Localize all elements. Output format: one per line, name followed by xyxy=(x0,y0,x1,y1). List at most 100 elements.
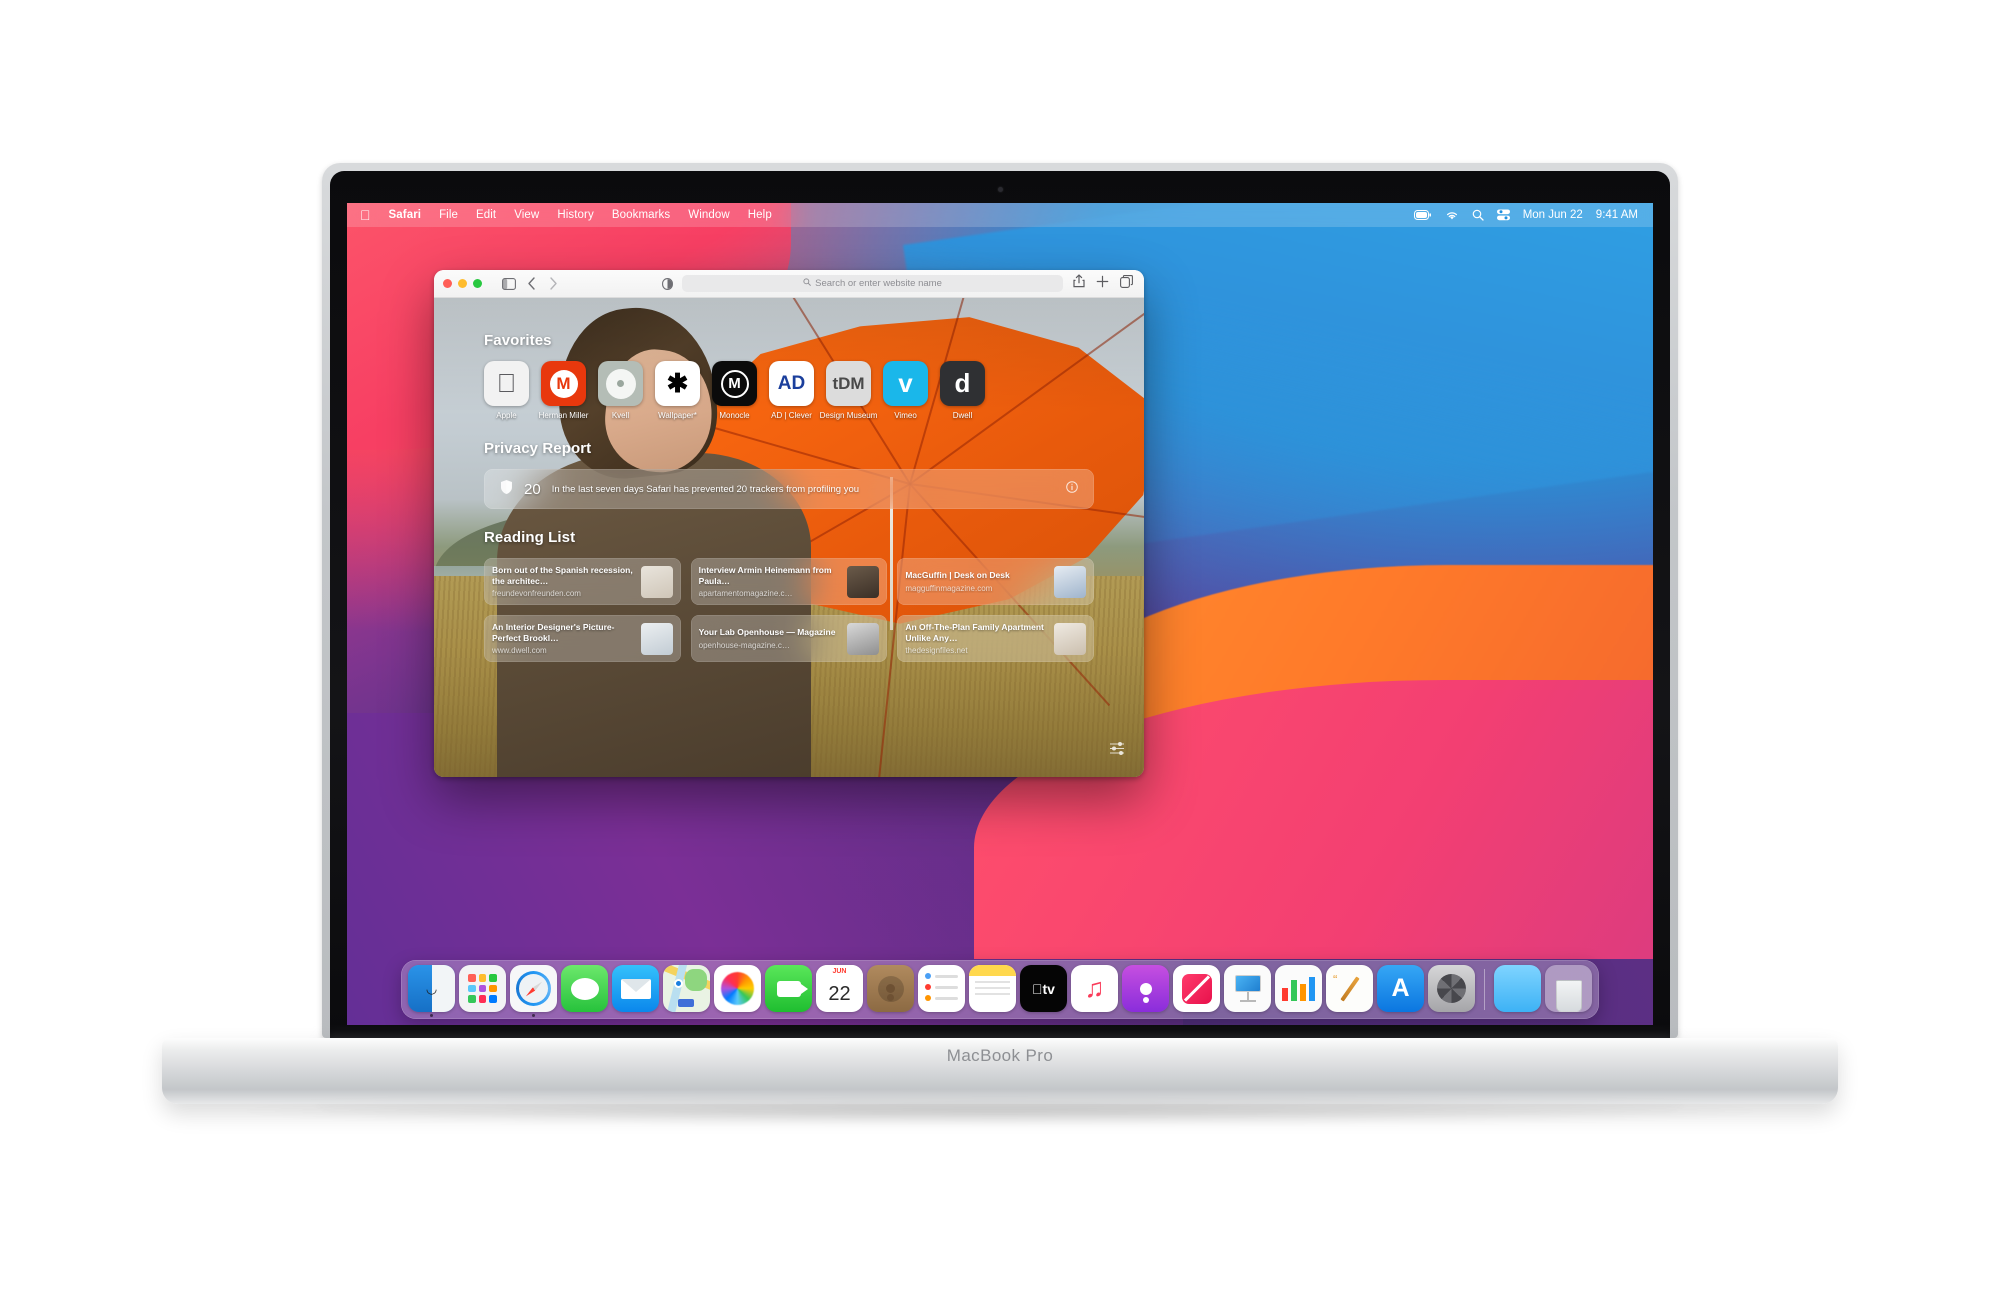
system-preferences-icon[interactable] xyxy=(1428,965,1475,1012)
zoom-button[interactable] xyxy=(473,279,482,288)
apple-menu-icon[interactable]:  xyxy=(356,208,380,222)
reminders-icon[interactable] xyxy=(918,965,965,1012)
favorite-icon[interactable]: M xyxy=(712,361,757,406)
favorite-item[interactable]: tDM Design Museum xyxy=(820,361,877,420)
reader-icon[interactable] xyxy=(656,277,678,290)
dock-item-reminders[interactable] xyxy=(918,965,965,1017)
menu-item-bookmarks[interactable]: Bookmarks xyxy=(603,209,679,221)
menu-item-view[interactable]: View xyxy=(505,209,548,221)
dock-item-launchpad[interactable] xyxy=(459,965,506,1017)
favorite-item[interactable]: ✱ Wallpaper* xyxy=(655,361,700,420)
forward-icon[interactable] xyxy=(542,277,564,290)
favorite-icon[interactable]:  xyxy=(484,361,529,406)
dock-item-news[interactable] xyxy=(1173,965,1220,1017)
share-icon[interactable] xyxy=(1073,274,1085,293)
sliders-icon[interactable] xyxy=(1109,741,1126,761)
menubar-date[interactable]: Mon Jun 22 xyxy=(1523,209,1583,221)
reading-list-item[interactable]: An Off-The-Plan Family Apartment Unlike … xyxy=(897,615,1094,662)
control-center-icon[interactable] xyxy=(1496,209,1510,221)
trash-icon[interactable] xyxy=(1545,965,1592,1012)
window-controls[interactable] xyxy=(443,279,482,288)
dock-item-downloads[interactable] xyxy=(1494,965,1541,1017)
dock-item-trash[interactable] xyxy=(1545,965,1592,1017)
calendar-icon[interactable]: JUN 22 xyxy=(816,965,863,1012)
dock-item-photos[interactable] xyxy=(714,965,761,1017)
close-button[interactable] xyxy=(443,279,452,288)
launchpad-icon[interactable] xyxy=(459,965,506,1012)
favorite-icon[interactable]: d xyxy=(940,361,985,406)
dock-item-messages[interactable] xyxy=(561,965,608,1017)
menu-item-help[interactable]: Help xyxy=(739,209,781,221)
favorite-item[interactable]: d Dwell xyxy=(940,361,985,420)
music-icon[interactable]: ♫ xyxy=(1071,965,1118,1012)
dock-item-maps[interactable] xyxy=(663,965,710,1017)
address-bar[interactable]: Search or enter website name xyxy=(682,275,1063,292)
reading-list-grid[interactable]: Born out of the Spanish recession, the a… xyxy=(484,558,1094,662)
favorite-icon[interactable]: tDM xyxy=(826,361,871,406)
minimize-button[interactable] xyxy=(458,279,467,288)
favorite-icon[interactable]: ✱ xyxy=(655,361,700,406)
facetime-icon[interactable] xyxy=(765,965,812,1012)
dock-item-system-preferences[interactable] xyxy=(1428,965,1475,1017)
favorite-item[interactable]: v Vimeo xyxy=(883,361,928,420)
pages-icon[interactable]: “ xyxy=(1326,965,1373,1012)
numbers-icon[interactable] xyxy=(1275,965,1322,1012)
favorite-icon[interactable]: v xyxy=(883,361,928,406)
dock[interactable]: ◡ JUN 22 tv♫ “A xyxy=(401,960,1599,1019)
favorite-item[interactable]: AD AD | Clever xyxy=(769,361,814,420)
favorite-item[interactable]: M Monocle xyxy=(712,361,757,420)
podcasts-icon[interactable] xyxy=(1122,965,1169,1012)
contacts-icon[interactable] xyxy=(867,965,914,1012)
menubar-time[interactable]: 9:41 AM xyxy=(1596,209,1638,221)
dock-item-safari[interactable] xyxy=(510,965,557,1017)
favorite-item[interactable]: M Herman Miller xyxy=(539,361,588,420)
favorite-icon[interactable]: M xyxy=(541,361,586,406)
dock-item-finder[interactable]: ◡ xyxy=(408,965,455,1017)
dock-item-contacts[interactable] xyxy=(867,965,914,1017)
app-store-icon[interactable]: A xyxy=(1377,965,1424,1012)
tab-overview-icon[interactable] xyxy=(1120,274,1133,293)
menu-item-history[interactable]: History xyxy=(548,209,602,221)
menu-bar[interactable]:  Safari File Edit View History Bookmark… xyxy=(347,203,1653,227)
search-icon[interactable] xyxy=(1472,209,1484,221)
messages-icon[interactable] xyxy=(561,965,608,1012)
dock-item-facetime[interactable] xyxy=(765,965,812,1017)
reading-list-item[interactable]: Born out of the Spanish recession, the a… xyxy=(484,558,681,605)
favorite-item[interactable]: Kvell xyxy=(598,361,643,420)
tv-icon[interactable]: tv xyxy=(1020,965,1067,1012)
menu-item-window[interactable]: Window xyxy=(679,209,739,221)
favorite-icon[interactable]: AD xyxy=(769,361,814,406)
dock-item-calendar[interactable]: JUN 22 xyxy=(816,965,863,1017)
dock-item-tv[interactable]: tv xyxy=(1020,965,1067,1017)
reading-list-item[interactable]: Interview Armin Heinemann from Paula… apa… xyxy=(690,558,888,605)
downloads-icon[interactable] xyxy=(1494,965,1541,1012)
mail-icon[interactable] xyxy=(612,965,659,1012)
menu-item-edit[interactable]: Edit xyxy=(467,209,505,221)
keynote-icon[interactable] xyxy=(1224,965,1271,1012)
dock-item-mail[interactable] xyxy=(612,965,659,1017)
privacy-report-card[interactable]: 20 In the last seven days Safari has pre… xyxy=(484,469,1094,509)
safari-window[interactable]: Search or enter website name Favorites A… xyxy=(434,270,1144,777)
dock-item-keynote[interactable] xyxy=(1224,965,1271,1017)
news-icon[interactable] xyxy=(1173,965,1220,1012)
back-icon[interactable] xyxy=(520,277,542,290)
dock-item-music[interactable]: ♫ xyxy=(1071,965,1118,1017)
reading-list-item[interactable]: MacGuffin | Desk on Desk magguffinmagazin… xyxy=(897,558,1094,605)
wifi-icon[interactable] xyxy=(1445,210,1459,221)
dock-item-numbers[interactable] xyxy=(1275,965,1322,1017)
sidebar-icon[interactable] xyxy=(498,277,520,290)
safari-icon[interactable] xyxy=(510,965,557,1012)
info-icon[interactable] xyxy=(1066,480,1078,498)
reading-list-item[interactable]: An Interior Designer's Picture-Perfect B… xyxy=(484,615,681,662)
reading-list-item[interactable]: Your Lab Openhouse — Magazine openhouse-m… xyxy=(690,615,888,662)
safari-toolbar[interactable]: Search or enter website name xyxy=(434,270,1144,298)
favorite-icon[interactable] xyxy=(598,361,643,406)
favorite-item[interactable]:  Apple xyxy=(484,361,529,420)
battery-icon[interactable] xyxy=(1413,210,1432,220)
finder-icon[interactable]: ◡ xyxy=(408,965,455,1012)
menu-item-safari[interactable]: Safari xyxy=(380,209,431,221)
menu-item-file[interactable]: File xyxy=(430,209,467,221)
new-tab-icon[interactable] xyxy=(1096,275,1109,293)
dock-item-pages[interactable]: “ xyxy=(1326,965,1373,1017)
dock-item-podcasts[interactable] xyxy=(1122,965,1169,1017)
